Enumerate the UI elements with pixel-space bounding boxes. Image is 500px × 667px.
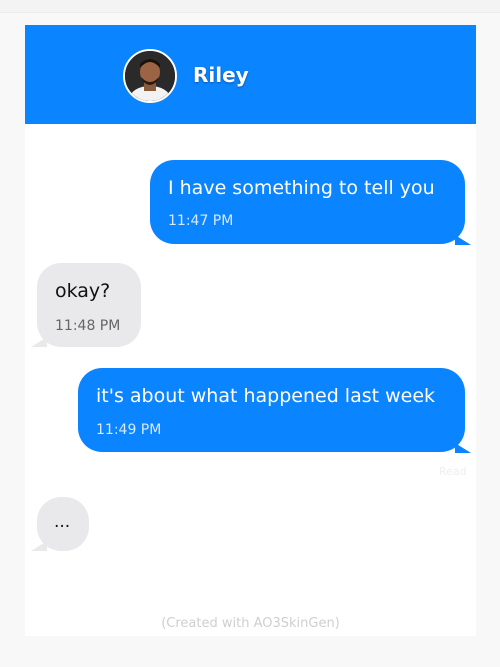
chat-window: Riley I have something to tell you 11:47… — [25, 25, 476, 636]
message-bubble-received: okay? 11:48 PM — [37, 263, 141, 347]
person-avatar-icon — [125, 51, 175, 101]
bubble-tail — [31, 337, 47, 347]
top-strip — [0, 0, 500, 13]
typing-indicator-text: ... — [54, 512, 71, 532]
bubble-tail — [455, 443, 471, 453]
message-text: it's about what happened last week — [96, 385, 436, 407]
avatar[interactable] — [123, 49, 177, 103]
message-time: 11:49 PM — [96, 422, 162, 438]
footer-credit: (Created with AO3SkinGen) — [161, 616, 340, 631]
bubble-tail — [455, 235, 471, 245]
contact-name: Riley — [193, 63, 249, 87]
chat-header: Riley — [25, 25, 476, 124]
bubble-tail — [31, 541, 47, 551]
message-text: okay? — [55, 280, 111, 302]
message-bubble-sent: I have something to tell you 11:47 PM — [150, 160, 465, 244]
message-time: 11:47 PM — [168, 213, 234, 229]
message-bubble-sent: it's about what happened last week 11:49… — [78, 368, 465, 452]
message-text: I have something to tell you — [168, 177, 435, 199]
read-receipt: Read — [439, 465, 467, 478]
message-time: 11:48 PM — [55, 318, 121, 334]
